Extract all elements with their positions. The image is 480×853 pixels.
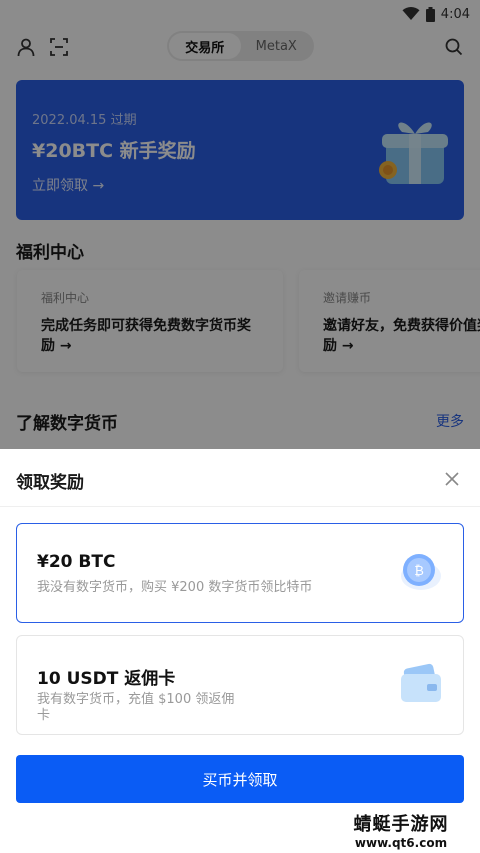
option-description: 我没有数字货币，购买 ¥200 数字货币领比特币 [37,580,313,595]
sheet-title: 领取奖励 [16,473,84,493]
reward-option-btc[interactable]: ¥20 BTC 我没有数字货币，购买 ¥200 数字货币领比特币 ₿ [16,523,464,623]
option-description: 我有数字货币，充值 $100 领返佣卡 [37,692,235,723]
reward-option-usdt[interactable]: 10 USDT 返佣卡 我有数字货币，充值 $100 领返佣卡 [16,635,464,735]
sheet-divider [0,506,480,507]
site-watermark: 蜻蜓手游网 www.qt6.com [336,810,466,850]
option-title: ¥20 BTC [37,552,116,572]
claim-reward-sheet: 领取奖励 ¥20 BTC 我没有数字货币，购买 ¥200 数字货币领比特币 ₿ … [0,449,480,853]
rebate-card-icon [401,663,441,702]
buy-and-claim-button[interactable]: 买币并领取 [16,755,464,803]
close-icon[interactable] [441,468,463,490]
modal-overlay[interactable] [0,0,480,449]
svg-text:₿: ₿ [414,564,424,579]
watermark-name: 蜻蜓手游网 [353,814,449,835]
bitcoin-coin-icon: ₿ [401,554,441,590]
option-title: 10 USDT 返佣卡 [37,669,176,689]
watermark-url: www.qt6.com [354,836,448,850]
